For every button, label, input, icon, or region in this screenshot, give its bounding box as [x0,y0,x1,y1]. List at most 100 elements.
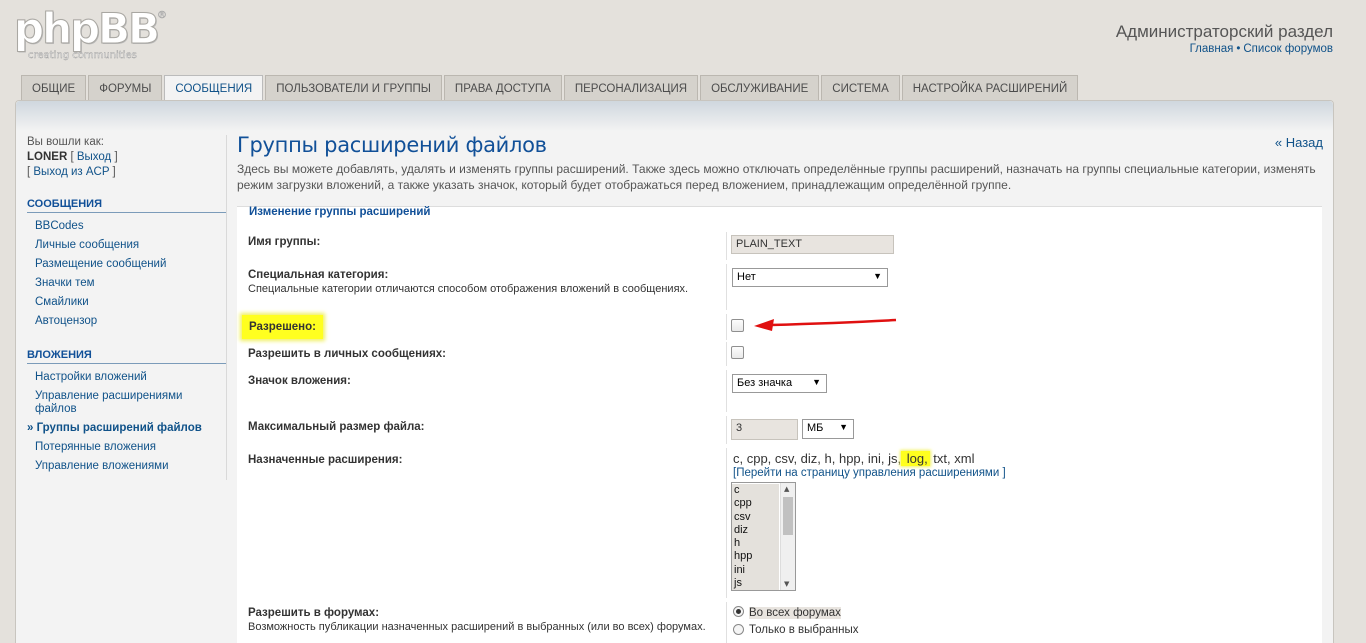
page-intro: Здесь вы можете добавлять, удалять и изм… [237,162,1316,192]
extensions-multiselect[interactable]: c cpp csv diz h hpp ini js ▲ ▼ [731,482,796,591]
attachment-icon-select[interactable]: Без значка ▼ [732,374,827,393]
field-divider [726,370,727,412]
sidebar-item-smilies[interactable]: Смайлики [27,293,227,312]
arrow-shaft [769,318,897,327]
field-divider [726,232,727,260]
extensions-options: c cpp csv diz h hpp ini js [732,484,779,590]
forum-index-link[interactable]: Список форумов [1243,43,1333,55]
filesize-unit-value: МБ [807,422,824,434]
sidebar-item-manage-extensions[interactable]: Управление расширениями файлов [27,387,227,419]
extension-option[interactable]: js [732,577,779,590]
extensions-text-end: txt, xml [929,451,975,466]
home-link[interactable]: Главная [1190,43,1234,55]
field-divider [726,314,727,340]
extension-option[interactable]: cpp [732,497,779,510]
logout-link[interactable]: Выход [77,151,111,163]
assigned-extensions-label: Назначенные расширения: [248,454,403,466]
sidebar-section-posting: СООБЩЕНИЯ [27,198,227,213]
allowed-checkbox[interactable] [731,319,744,332]
allow-pm-label: Разрешить в личных сообщениях: [248,348,447,360]
allowed-label: Разрешено: [242,315,323,339]
sidebar-item-private-messages[interactable]: Личные сообщения [27,236,227,255]
link-separator: • [1236,43,1241,55]
phpbb-logo[interactable]: phpBB ® creating communities [14,4,174,66]
red-arrow-annotation [754,318,897,331]
logout-acp-link[interactable]: Выход из ACP [33,166,109,178]
extensions-text: c, cpp, csv, diz, h, hpp, ini, js, [733,451,902,466]
extension-option[interactable]: ini [732,564,779,577]
scroll-up-icon[interactable]: ▲ [784,485,789,493]
sidebar-divider [226,135,227,480]
fieldset-legend: Изменение группы расширений [249,206,431,218]
allow-pm-checkbox[interactable] [731,346,744,359]
panel-gradient [16,101,1333,131]
logged-in-label: Вы вошли как: [27,136,104,148]
selected-forums-radio[interactable] [733,624,744,635]
dropdown-arrow-icon: ▼ [839,422,848,432]
back-link[interactable]: « Назад [1275,135,1323,150]
registered-mark: ® [157,10,168,22]
selected-forums-radio-label[interactable]: Только в выбранных [749,624,859,636]
top-links: Главная • Список форумов [1190,43,1333,55]
sidebar-item-topic-icons[interactable]: Значки тем [27,274,227,293]
sidebar-item-attachment-settings[interactable]: Настройки вложений [27,368,227,387]
tab-customise[interactable]: ПЕРСОНАЛИЗАЦИЯ [563,75,699,100]
field-divider [726,264,727,310]
extension-option[interactable]: hpp [732,550,779,563]
tab-extensions[interactable]: НАСТРОЙКА РАСШИРЕНИЙ [901,75,1079,100]
listbox-scrollbar[interactable]: ▲ ▼ [780,483,795,590]
tab-posting[interactable]: СООБЩЕНИЯ [164,75,264,101]
sidebar-item-extension-groups[interactable]: Группы расширений файлов [27,419,227,438]
sidebar-item-manage-attachments[interactable]: Управление вложениями [27,457,227,476]
manage-extensions-link[interactable]: [Перейти на страницу управления расширен… [733,467,1006,479]
special-category-select[interactable]: Нет ▼ [732,268,888,287]
group-name-input[interactable]: PLAIN_TEXT [731,235,894,254]
allow-forums-explain: Возможность публикации назначенных расши… [248,621,706,633]
all-forums-radio[interactable] [733,606,744,617]
tab-general[interactable]: ОБЩИЕ [21,75,87,100]
field-divider [726,342,727,366]
special-category-value: Нет [737,271,756,283]
extension-option[interactable]: c [732,484,779,497]
tab-permissions[interactable]: ПРАВА ДОСТУПА [443,75,562,100]
field-divider [726,448,727,598]
allow-forums-label: Разрешить в форумах: [248,607,380,619]
tab-forums[interactable]: ФОРУМЫ [88,75,163,100]
arrow-head [754,319,774,331]
attachment-icon-label: Значок вложения: [248,375,351,387]
tab-users-groups[interactable]: ПОЛЬЗОВАТЕЛИ И ГРУППЫ [265,75,442,100]
content-header: Группы расширений файлов « Назад Здесь в… [237,133,1323,193]
tab-system[interactable]: СИСТЕМА [821,75,900,100]
assigned-extensions-list: c, cpp, csv, diz, h, hpp, ini, js, log, … [733,451,974,466]
attachment-icon-value: Без значка [737,377,793,389]
max-filesize-input[interactable]: 3 [731,419,798,440]
all-forums-radio-label[interactable]: Во всех форумах [749,607,841,619]
extension-option[interactable]: diz [732,524,779,537]
main-tabs: ОБЩИЕ ФОРУМЫ СООБЩЕНИЯ ПОЛЬЗОВАТЕЛИ И ГР… [21,75,1079,101]
sidebar-item-post-settings[interactable]: Размещение сообщений [27,255,227,274]
sidebar-section-attachments: ВЛОЖЕНИЯ [27,349,227,364]
sidebar-item-word-censor[interactable]: Автоцензор [27,312,227,331]
username: LONER [27,151,68,163]
special-category-label: Специальная категория: [248,269,389,281]
group-name-label: Имя группы: [248,236,321,248]
extension-option[interactable]: csv [732,511,779,524]
page-title: Группы расширений файлов [237,133,547,157]
extension-log-highlight: log, [901,451,930,466]
sidebar: Вы вошли как: LONER [ Выход ] [ Выход из… [27,135,227,476]
field-divider [726,602,727,643]
site-title: Администраторский раздел [1115,22,1333,41]
filesize-unit-select[interactable]: МБ ▼ [802,419,854,439]
scroll-down-icon[interactable]: ▼ [784,580,789,588]
sidebar-item-orphan-attachments[interactable]: Потерянные вложения [27,438,227,457]
scrollbar-thumb[interactable] [783,497,793,535]
tab-maintenance[interactable]: ОБСЛУЖИВАНИЕ [700,75,820,100]
logo-text: phpBB [14,4,161,53]
sidebar-posting-list: BBCodes Личные сообщения Размещение сооб… [27,217,227,331]
login-block: Вы вошли как: LONER [ Выход ] [ Выход из… [27,135,227,180]
max-filesize-label: Максимальный размер файла: [248,421,425,433]
extension-option[interactable]: h [732,537,779,550]
sidebar-item-bbcodes[interactable]: BBCodes [27,217,227,236]
dropdown-arrow-icon: ▼ [812,377,821,387]
special-category-explain: Специальные категории отличаются способо… [248,283,689,295]
